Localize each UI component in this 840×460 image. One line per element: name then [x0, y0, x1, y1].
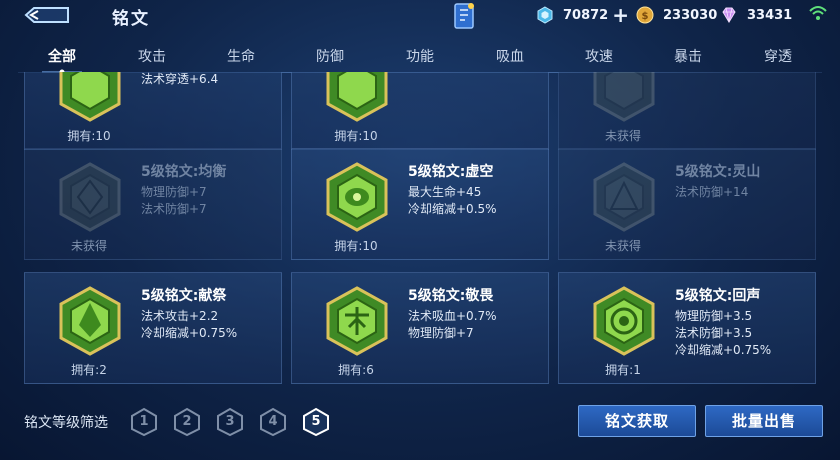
inscription-name: 5级铭文:虚空 — [408, 164, 494, 180]
echo-gem-icon — [593, 286, 655, 356]
gold-coin-icon: $ — [636, 6, 654, 24]
gem-count: 33431 — [747, 7, 793, 23]
void-gem-icon — [326, 162, 388, 232]
tab-defense[interactable]: 防御 — [300, 46, 360, 66]
inscription-gem-icon — [59, 72, 121, 122]
card-stat: 最大生命+45 — [408, 185, 482, 199]
card-info: 5级铭文:虚空 最大生命+45 冷却缩减+0.5% — [408, 161, 548, 218]
diamond-icon — [537, 6, 553, 24]
card-stat: 冷却缩减+0.75% — [675, 343, 772, 357]
tab-all[interactable]: 全部 — [32, 46, 92, 66]
page-title: 铭文 — [112, 9, 150, 29]
card-stat: 法术防御+3.5 — [675, 326, 753, 340]
owned-count: 未获得 — [604, 239, 641, 253]
inscription-card[interactable]: 5级铭文:灵山 法术防御+14 未获得 — [558, 148, 816, 260]
add-diamond-button[interactable]: + — [612, 5, 629, 25]
owned-count: 拥有:10 — [334, 129, 378, 143]
diamond-count: 70872 — [563, 7, 609, 23]
spirit-mountain-gem-icon — [593, 162, 655, 232]
level-number: 4 — [268, 414, 278, 429]
inscription-name: 5级铭文:灵山 — [675, 164, 761, 180]
inscription-card[interactable]: 5级铭文:敬畏 法术吸血+0.7% 物理防御+7 拥有:6 — [291, 272, 549, 384]
level-number: 2 — [182, 414, 192, 429]
owned-count: 拥有:2 — [71, 363, 107, 377]
card-stat: 冷却缩减+0.5% — [408, 202, 497, 216]
wifi-icon — [809, 6, 827, 20]
card-stat: 法术防御+14 — [675, 185, 749, 199]
card-stat: 物理防御+7 — [141, 185, 207, 199]
owned-count: 拥有:10 — [334, 239, 378, 253]
inscription-book-icon[interactable] — [452, 2, 476, 30]
inscription-card[interactable]: 5级铭文:回声 物理防御+3.5 法术防御+3.5 冷却缩减+0.75% 拥有:… — [558, 272, 816, 384]
card-info: 5级铭文:献祭 法术攻击+2.2 冷却缩减+0.75% — [141, 285, 281, 342]
card-stat: 物理防御+3.5 — [675, 309, 753, 323]
back-arrow-icon[interactable] — [22, 4, 74, 26]
card-info: 5级铭文:回声 物理防御+3.5 法术防御+3.5 冷却缩减+0.75% — [675, 285, 815, 359]
balance-gem-icon — [59, 162, 121, 232]
card-stat: 冷却缩减+0.75% — [141, 326, 238, 340]
inscription-card[interactable]: 5级铭文:献祭 法术攻击+2.2 冷却缩减+0.75% 拥有:2 — [24, 272, 282, 384]
inscription-gem-icon — [326, 72, 388, 122]
inscription-name: 5级铭文:回声 — [675, 288, 761, 304]
svg-text:$: $ — [642, 11, 649, 22]
inscription-grid: 法术穿透+6.4 拥有:10 拥有:10 未获得 5级铭文:均衡 物理防御+7 … — [0, 72, 840, 390]
diamond-balance: 70872 + — [536, 4, 629, 26]
card-info: 5级铭文:均衡 物理防御+7 法术防御+7 — [141, 161, 281, 218]
tab-lifesteal[interactable]: 吸血 — [480, 46, 540, 66]
inscription-name: 5级铭文:均衡 — [141, 164, 227, 180]
level-filter-4[interactable]: 4 — [259, 407, 287, 437]
owned-count: 拥有:10 — [67, 129, 111, 143]
owned-count: 拥有:1 — [605, 363, 641, 377]
inscription-card[interactable]: 法术穿透+6.4 拥有:10 — [24, 72, 282, 150]
gem-balance: 33431 — [720, 4, 792, 26]
card-stat: 法术穿透+6.4 — [141, 72, 219, 86]
inscription-card[interactable]: 拥有:10 — [291, 72, 549, 150]
inscription-card[interactable]: 5级铭文:均衡 物理防御+7 法术防御+7 未获得 — [24, 148, 282, 260]
owned-count: 未获得 — [604, 129, 641, 143]
level-filter-2[interactable]: 2 — [173, 407, 201, 437]
level-filter-label: 铭文等级筛选 — [24, 415, 108, 431]
level-filter-3[interactable]: 3 — [216, 407, 244, 437]
card-info: 法术穿透+6.4 — [141, 72, 281, 88]
card-stat: 法术吸血+0.7% — [408, 309, 497, 323]
level-number: 1 — [139, 414, 149, 429]
sacrifice-gem-icon — [59, 286, 121, 356]
inscription-name: 5级铭文:献祭 — [141, 288, 227, 304]
gold-count: 233030 — [663, 7, 718, 23]
gem-icon — [722, 7, 736, 23]
top-bar: 铭文 70872 + $ 233030 33431 — [0, 0, 840, 34]
card-info: 5级铭文:灵山 法术防御+14 — [675, 161, 815, 201]
inscription-card[interactable]: 未获得 — [558, 72, 816, 150]
tab-crit[interactable]: 暴击 — [658, 46, 718, 66]
owned-count: 未获得 — [70, 239, 107, 253]
level-filter-5[interactable]: 5 — [302, 407, 330, 437]
card-stat: 法术攻击+2.2 — [141, 309, 219, 323]
gold-balance: $ 233030 — [636, 4, 717, 26]
level-number: 3 — [225, 414, 235, 429]
inscription-card[interactable]: 5级铭文:虚空 最大生命+45 冷却缩减+0.5% 拥有:10 — [291, 148, 549, 260]
level-number: 5 — [311, 414, 321, 429]
awe-gem-icon — [326, 286, 388, 356]
tab-health[interactable]: 生命 — [211, 46, 271, 66]
owned-count: 拥有:6 — [338, 363, 374, 377]
card-stat: 法术防御+7 — [141, 202, 207, 216]
inscription-name: 5级铭文:敬畏 — [408, 288, 494, 304]
card-stat: 物理防御+7 — [408, 326, 474, 340]
category-tabs: 全部 攻击 生命 防御 功能 吸血 攻速 暴击 穿透 — [0, 40, 840, 75]
tab-utility[interactable]: 功能 — [390, 46, 450, 66]
level-filter-1[interactable]: 1 — [130, 407, 158, 437]
tab-attack-speed[interactable]: 攻速 — [569, 46, 629, 66]
tab-penetration[interactable]: 穿透 — [748, 46, 808, 66]
tab-attack[interactable]: 攻击 — [122, 46, 182, 66]
get-inscription-button[interactable]: 铭文获取 — [578, 405, 696, 437]
batch-sell-button[interactable]: 批量出售 — [705, 405, 823, 437]
card-info: 5级铭文:敬畏 法术吸血+0.7% 物理防御+7 — [408, 285, 548, 342]
inscription-gem-icon — [593, 72, 655, 122]
